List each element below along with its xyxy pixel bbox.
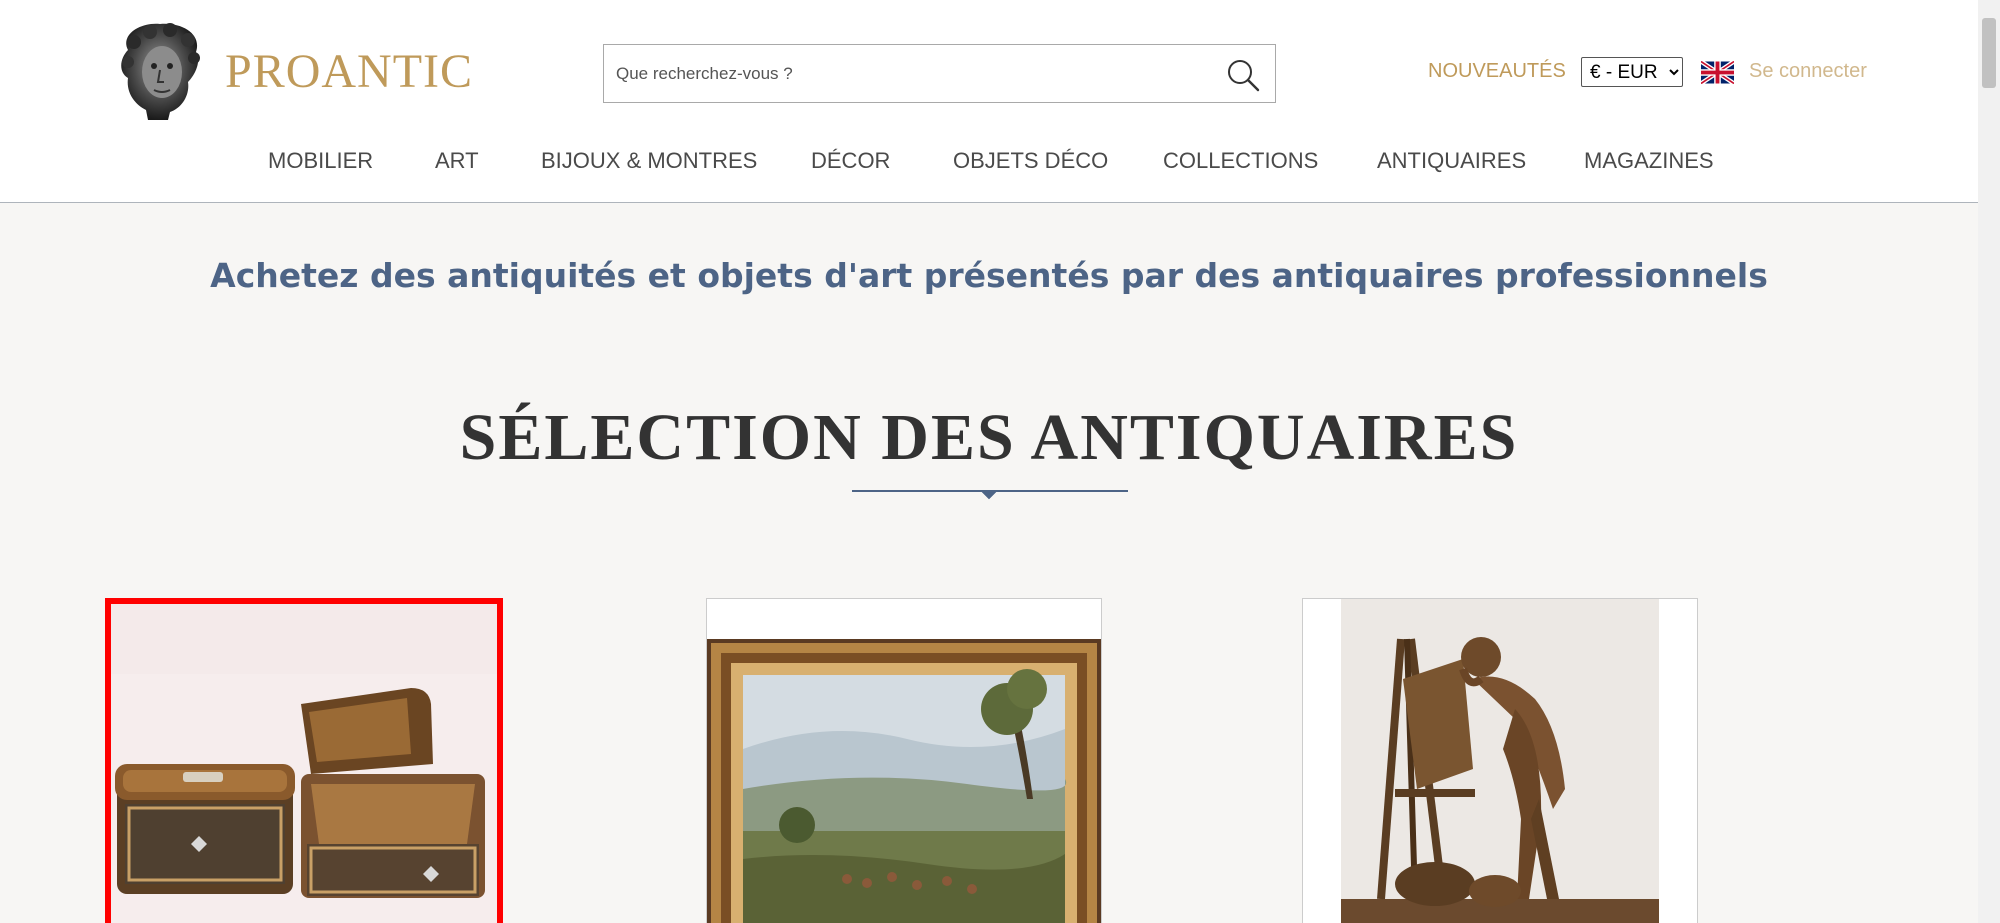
page-scrollbar[interactable]: [1978, 0, 2000, 923]
nav-item-objets-deco[interactable]: OBJETS DÉCO: [953, 148, 1108, 174]
nav-item-collections[interactable]: COLLECTIONS: [1163, 148, 1318, 174]
scrollbar-thumb[interactable]: [1982, 18, 1996, 88]
product-image-boxes: [111, 604, 497, 923]
product-card-sculpture[interactable]: [1302, 598, 1698, 923]
nav-item-art[interactable]: ART: [435, 148, 479, 174]
nav-item-decor[interactable]: DÉCOR: [811, 148, 890, 174]
brand-name: PROANTIC: [225, 44, 474, 98]
product-card-painting[interactable]: [706, 598, 1102, 923]
site-header: PROANTIC NOUVEAUTÉS € - EUR Se connecter…: [0, 0, 1978, 203]
bust-logo-icon: [121, 23, 200, 120]
signin-link[interactable]: Se connecter: [1749, 60, 1867, 83]
main-nav: MOBILIER ART BIJOUX & MONTRES DÉCOR OBJE…: [0, 148, 1978, 178]
tagline: Achetez des antiquités et objets d'art p…: [210, 256, 1768, 295]
logo[interactable]: PROANTIC: [110, 20, 473, 122]
nav-item-mobilier[interactable]: MOBILIER: [268, 148, 373, 174]
uk-flag-icon[interactable]: [1701, 61, 1734, 84]
nav-item-magazines[interactable]: MAGAZINES: [1584, 148, 1714, 174]
product-image-sculpture: [1303, 599, 1697, 923]
search-box: [603, 44, 1276, 103]
nouveautes-link[interactable]: NOUVEAUTÉS: [1428, 60, 1566, 83]
nav-item-antiquaires[interactable]: ANTIQUAIRES: [1377, 148, 1526, 174]
nav-item-bijoux-montres[interactable]: BIJOUX & MONTRES: [541, 148, 757, 174]
search-icon[interactable]: [1225, 57, 1261, 93]
section-title: SÉLECTION DES ANTIQUAIRES: [459, 401, 1519, 474]
product-card-boxes[interactable]: [105, 598, 503, 923]
product-image-painting: [707, 599, 1101, 923]
currency-select[interactable]: € - EUR: [1581, 57, 1683, 87]
search-input[interactable]: [616, 45, 1206, 102]
